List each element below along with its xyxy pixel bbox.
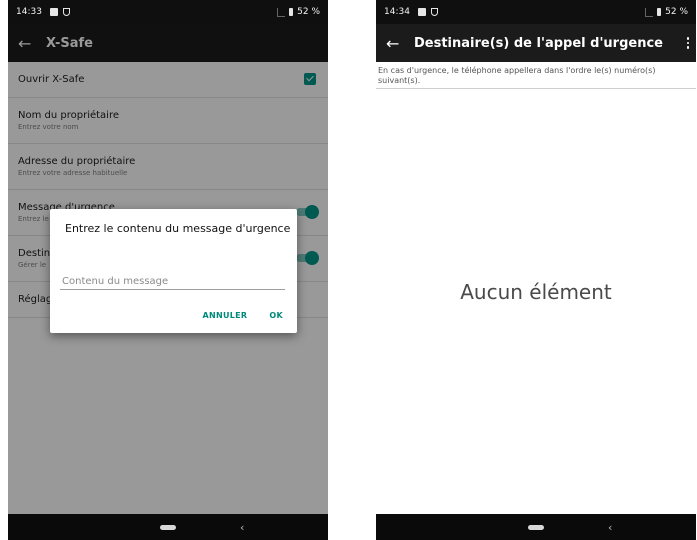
shield-icon — [62, 8, 70, 16]
emergency-message-dialog: Entrez le contenu du message d'urgence A… — [50, 209, 297, 333]
battery-icon — [289, 8, 294, 16]
navigation-bar: ‹ — [376, 514, 696, 540]
recipients-content: En cas d'urgence, le téléphone appellera… — [376, 62, 696, 514]
notification-icon — [417, 8, 426, 16]
app-title: Destinaire(s) de l'appel d'urgence — [414, 35, 663, 51]
status-time: 14:33 — [16, 7, 42, 17]
status-time: 14:34 — [384, 7, 410, 17]
app-bar: ← Destinaire(s) de l'appel d'urgence — [376, 24, 696, 62]
overflow-menu-icon[interactable] — [682, 37, 694, 49]
nav-back-icon[interactable]: ‹ — [608, 521, 612, 534]
intro-text: En cas d'urgence, le téléphone appellera… — [376, 62, 696, 89]
battery-level: 52 % — [297, 7, 320, 17]
notification-icon — [49, 8, 58, 16]
cancel-button[interactable]: ANNULER — [202, 311, 247, 320]
back-arrow-icon[interactable]: ← — [386, 34, 414, 53]
navigation-bar: ‹ — [8, 514, 328, 540]
message-content-input[interactable] — [60, 273, 285, 290]
home-pill-icon[interactable] — [160, 524, 176, 530]
battery-level: 52 % — [665, 7, 688, 17]
status-bar: 14:33 52 % — [8, 0, 328, 24]
battery-icon — [657, 8, 662, 16]
phone-screen-right: 14:34 52 % ← Destinaire(s) de l'appel d'… — [376, 0, 696, 540]
shield-icon — [430, 8, 438, 16]
phone-screen-left: 14:33 52 % ← X-Safe Ouvrir X-Safe Nom du… — [8, 0, 328, 540]
signal-icon — [645, 7, 654, 17]
empty-state: Aucun élément — [460, 280, 612, 304]
nav-back-icon[interactable]: ‹ — [240, 521, 244, 534]
dialog-title: Entrez le contenu du message d'urgence — [65, 222, 291, 235]
ok-button[interactable]: OK — [269, 311, 283, 320]
status-bar: 14:34 52 % — [376, 0, 696, 24]
home-pill-icon[interactable] — [528, 524, 544, 530]
signal-icon — [277, 7, 286, 17]
